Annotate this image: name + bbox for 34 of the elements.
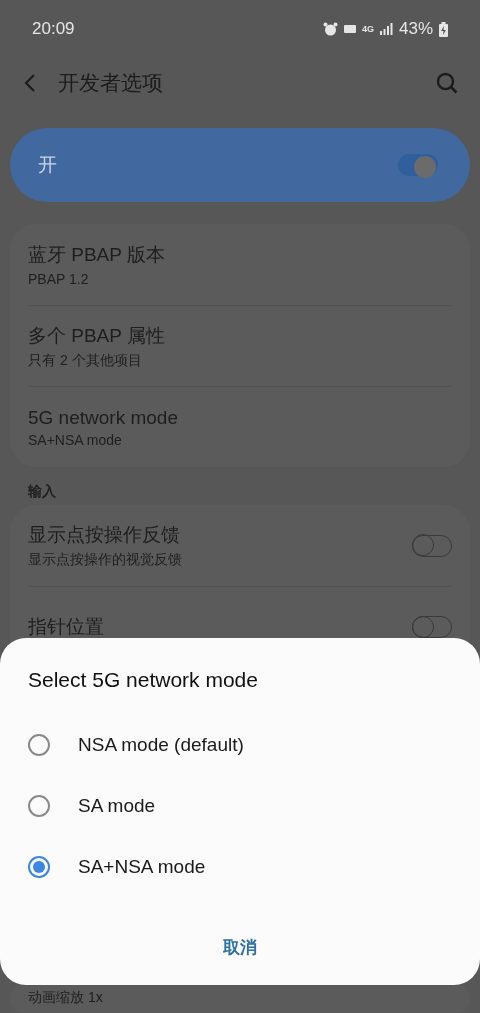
search-icon[interactable] [436, 72, 458, 94]
option-label: SA mode [78, 794, 156, 817]
network-type: 4G [361, 24, 374, 34]
cancel-button[interactable]: 取消 [213, 932, 267, 963]
row-title: 指针位置 [28, 615, 105, 639]
battery-charging-icon [439, 21, 448, 37]
alarm-icon [322, 22, 338, 36]
row-subtitle: SA+NSA mode [28, 431, 123, 448]
radio-button[interactable] [28, 855, 50, 878]
settings-row[interactable]: 5G network mode SA+NSA mode [28, 386, 452, 467]
row-title: 5G network mode [28, 406, 179, 429]
battery-level: 43% [398, 19, 433, 39]
row-title: 多个 PBAP 属性 [28, 323, 166, 348]
row-subtitle: 动画缩放 1x [28, 989, 104, 1007]
master-switch-bar[interactable]: 开 [10, 128, 470, 202]
radio-button[interactable] [28, 794, 50, 817]
radio-option[interactable]: SA+NSA mode [0, 836, 480, 897]
radio-button[interactable] [28, 733, 50, 756]
master-switch-label: 开 [38, 153, 58, 177]
radio-option[interactable]: NSA mode (default) [0, 714, 480, 775]
status-time: 20:09 [32, 19, 76, 39]
row-title: 蓝牙 PBAP 版本 [28, 243, 166, 267]
row-subtitle: PBAP 1.2 [28, 271, 90, 287]
settings-row[interactable]: 动画缩放 1x [28, 985, 452, 1013]
signal-icon [379, 23, 393, 35]
option-label: NSA mode (default) [78, 733, 244, 756]
page-title: 开发者选项 [58, 70, 164, 96]
row-title: 显示点按操作反馈 [28, 523, 181, 547]
toggle-switch[interactable] [398, 154, 438, 176]
dialog-title: Select 5G network mode [28, 668, 259, 692]
back-icon[interactable] [24, 73, 36, 93]
option-label: SA+NSA mode [78, 855, 206, 878]
settings-row[interactable]: 蓝牙 PBAP 版本 PBAP 1.2 [28, 224, 452, 305]
radio-option[interactable]: SA mode [0, 775, 480, 836]
